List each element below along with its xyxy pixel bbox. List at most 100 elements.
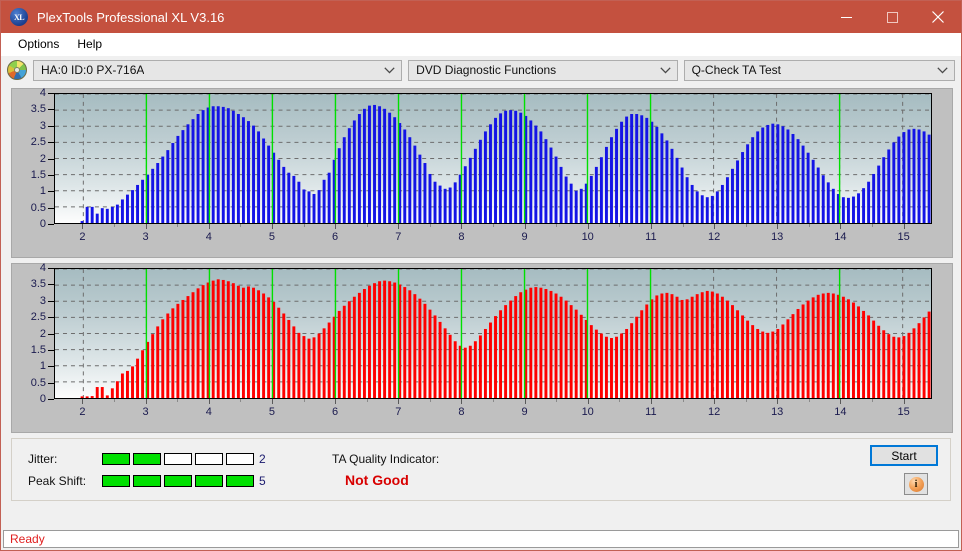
y-tick-label: 4 [39,87,46,99]
y-tick-label: 0.5 [30,376,46,389]
y-tick-label: 4 [39,262,46,274]
meter-cell [226,453,254,465]
x-tick-label: 14 [834,231,847,243]
start-button[interactable]: Start [870,445,938,466]
jitter-chart-plot [54,93,932,224]
y-tick-label: 2.5 [30,311,46,324]
jitter-label: Jitter: [28,452,58,466]
x-minor-tick-mark [556,399,558,402]
minimize-icon[interactable] [823,1,869,33]
x-minor-tick-mark [303,399,305,402]
x-tick-mark [714,399,716,404]
jitter-meter [102,453,254,465]
x-minor-tick-mark [114,224,115,227]
xl-logo-icon: XL [10,8,28,26]
x-tick-label: 13 [771,406,784,418]
meter-cell [195,475,223,487]
ta-quality-value: Not Good [345,472,409,488]
x-minor-tick-mark [872,399,873,402]
x-minor-tick-mark [303,224,305,227]
y-tick-label: 3.5 [30,103,46,116]
app-window: XL PlexTools Professional XL V3.16 Optio… [0,0,962,551]
x-tick-mark [903,224,905,229]
x-tick-label: 10 [581,231,594,243]
x-minor-tick-mark [366,399,368,402]
menu-item-options[interactable]: Options [9,35,68,53]
x-tick-mark [335,224,337,229]
x-minor-tick-mark [872,224,873,227]
peakshift-chart-y-axis: 0 0.5 1 1.5 2 2.5 3 3.5 4 [12,262,52,405]
maximize-icon[interactable] [869,1,915,33]
x-minor-tick-mark [619,224,621,227]
ta-quality-label: TA Quality Indicator: [332,452,440,466]
function-select[interactable]: DVD Diagnostic Functions [408,59,678,81]
x-tick-label: 4 [205,406,212,418]
y-tick-label: 1 [39,360,46,373]
meter-cell [102,453,130,465]
x-tick-mark [840,224,842,229]
x-tick-mark [208,224,210,229]
meter-cell [195,453,223,465]
drive-select-value: HA:0 ID:0 PX-716A [41,63,145,77]
x-tick-label: 5 [268,406,275,418]
x-tick-label: 3 [142,231,149,243]
x-minor-tick-mark [366,224,368,227]
x-tick-label: 8 [458,231,465,243]
x-tick-label: 6 [332,231,339,243]
x-tick-label: 2 [79,406,86,418]
close-icon[interactable] [915,1,961,33]
x-minor-tick-mark [682,224,684,227]
x-minor-tick-mark [745,399,747,402]
x-tick-mark [398,224,400,229]
x-tick-mark [461,224,463,229]
x-tick-mark [524,224,526,229]
x-tick-label: 2 [79,231,86,243]
jitter-chart-y-axis: 0 0.5 1 1.5 2 2.5 3 3.5 4 [12,87,52,230]
x-minor-tick-mark [429,224,431,227]
x-tick-mark [208,399,210,404]
info-button[interactable]: i [904,473,928,495]
x-tick-mark [82,399,84,404]
meter-cell [164,475,192,487]
chevron-down-icon [659,61,671,80]
x-minor-tick-mark [177,224,179,227]
menu-bar: Options Help [1,33,961,56]
drive-select[interactable]: HA:0 ID:0 PX-716A [33,59,403,81]
meter-cell [133,453,161,465]
y-tick-label: 0 [39,393,46,405]
status-bar: Ready [3,530,959,548]
x-minor-tick-mark [429,399,431,402]
info-icon: i [908,476,924,492]
menu-item-help[interactable]: Help [68,35,111,53]
x-tick-mark [650,399,652,404]
peakshift-chart-panel: 0 0.5 1 1.5 2 2.5 3 3.5 4 2 3 4 5 6 7 8 9 10 11 12 13 14 15 [11,262,953,433]
x-tick-mark [398,399,400,404]
x-tick-mark [903,399,905,404]
charts-area: 0 0.5 1 1.5 2 2.5 3 3.5 4 2 3 4 5 6 7 8 9 10 11 12 13 14 15 0… [1,84,961,433]
peakshift-chart-x-axis: 2 3 4 5 6 7 8 9 10 11 12 13 14 15 [54,399,932,429]
meter-cell [164,453,192,465]
x-tick-label: 9 [521,406,528,418]
x-tick-mark [840,399,842,404]
x-tick-mark [650,224,652,229]
test-select[interactable]: Q-Check TA Test [683,59,955,81]
x-tick-label: 12 [707,406,721,418]
disc-icon [7,60,27,80]
x-tick-mark [587,224,589,229]
x-minor-tick-mark [177,399,179,402]
x-tick-label: 10 [581,406,594,418]
jitter-chart-x-axis: 2 3 4 5 6 7 8 9 10 11 12 13 14 15 [54,224,932,254]
y-tick-label: 1.5 [30,168,46,181]
y-tick-label: 3 [39,294,46,307]
function-select-value: DVD Diagnostic Functions [416,63,557,77]
x-minor-tick-mark [493,224,494,227]
x-tick-label: 9 [521,231,528,243]
chevron-down-icon [384,61,395,80]
window-controls [823,1,961,33]
jitter-value: 2 [259,452,266,466]
peak-shift-value: 5 [259,474,266,488]
y-tick-label: 2 [39,327,46,340]
x-tick-label: 12 [707,231,721,243]
window-title: PlexTools Professional XL V3.16 [37,9,225,25]
x-minor-tick-mark [114,399,115,402]
